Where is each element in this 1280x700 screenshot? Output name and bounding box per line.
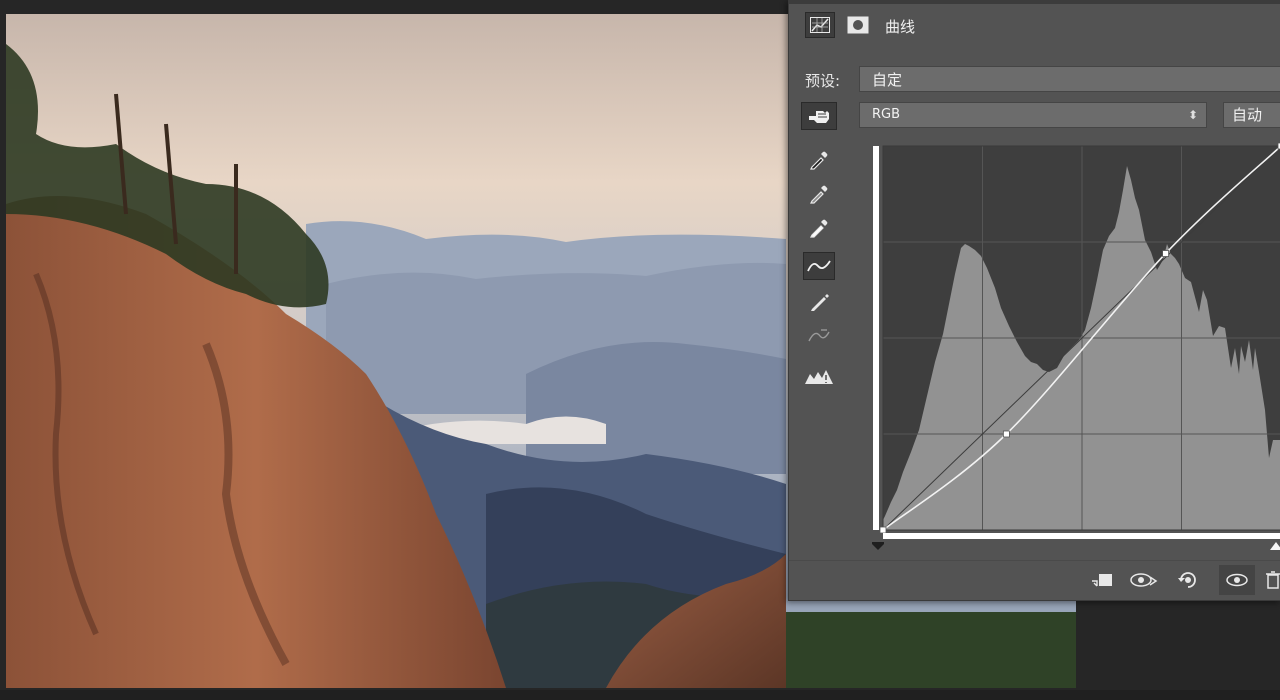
layer-mask-icon[interactable] [843,12,873,38]
smooth-curve-icon[interactable] [803,322,835,350]
trash-icon[interactable] [1265,565,1280,595]
visibility-icon[interactable] [1219,565,1255,595]
status-strip [0,690,1280,700]
curve-control-point[interactable] [879,526,887,534]
input-white-slider[interactable] [1270,542,1280,550]
curve-control-point[interactable] [1162,250,1169,257]
eyedropper-black-icon[interactable] [803,146,835,174]
curves-adjustment-icon[interactable] [805,12,835,38]
curve-control-point[interactable] [1002,430,1010,438]
eyedropper-gray-icon[interactable] [803,180,835,208]
clip-to-layer-icon[interactable] [1087,565,1117,595]
hand-pointer-icon[interactable] [801,102,837,130]
clipping-warning-icon[interactable] [803,362,835,390]
curve-tool-icon[interactable] [803,252,835,280]
input-gradient-bar [883,533,1280,539]
panel-top-strip [789,0,1280,4]
panel-title: 曲线 [885,18,916,36]
input-black-slider[interactable] [872,542,884,550]
view-previous-icon[interactable] [1129,565,1159,595]
updown-arrows-icon: ⬍ [1187,108,1198,122]
preset-dropdown[interactable]: 自定 [859,66,1280,92]
auto-button[interactable]: 自动 [1223,102,1280,128]
channel-value: RGB [872,107,901,122]
panel-footer [789,560,1280,601]
eyedropper-white-icon[interactable] [803,214,835,242]
pencil-icon[interactable] [803,288,835,316]
reset-icon[interactable] [1173,565,1203,595]
channel-dropdown[interactable]: RGB ⬍ [859,102,1207,128]
preset-label: 预设: [805,72,841,90]
curves-graph[interactable] [869,140,1280,560]
curves-properties-panel: 曲线 预设: 自定 RGB ⬍ 自动 [788,0,1280,601]
